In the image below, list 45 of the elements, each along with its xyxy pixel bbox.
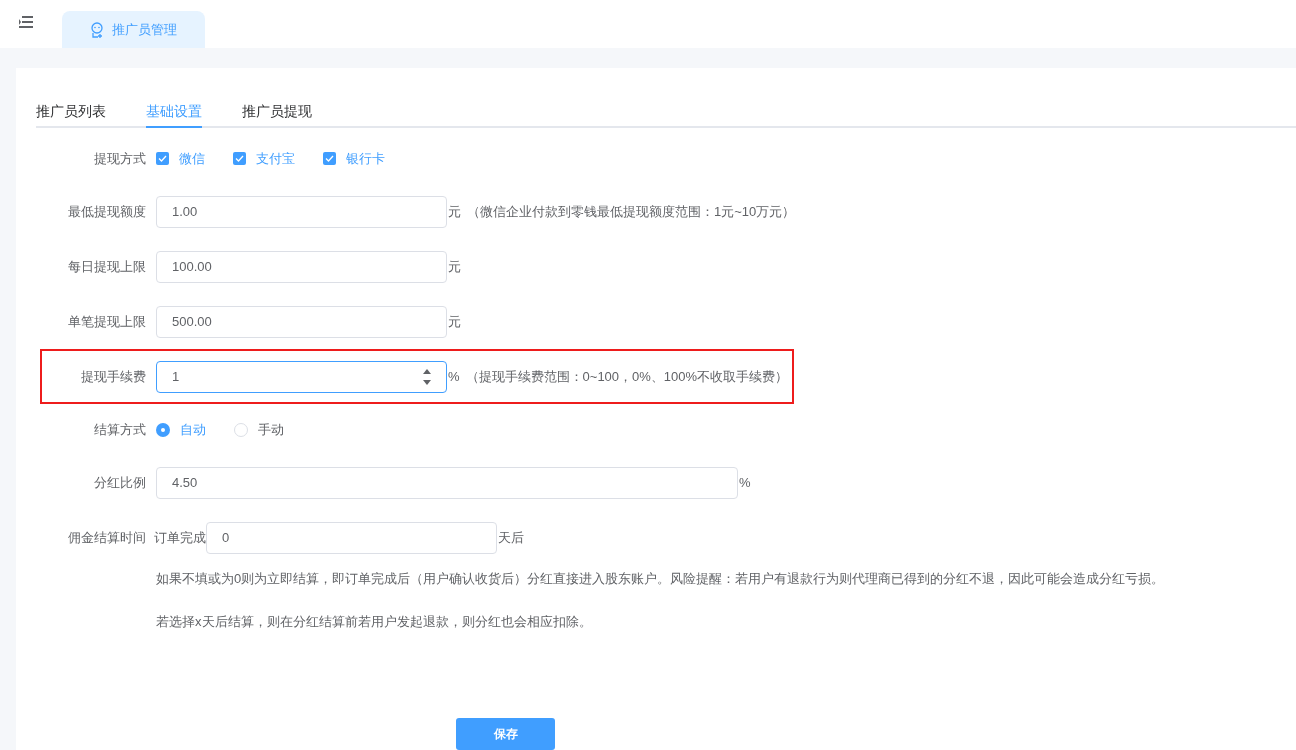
note-text: 若选择x天后结算，则在分红结算前若用户发起退款，则分红也会相应扣除。 bbox=[156, 612, 593, 631]
input-value: 1.00 bbox=[172, 202, 199, 221]
note-text: 如果不填或为0则为立即结算，即订单完成后（用户确认收货后）分红直接进入股东账户。风险提醒：若用户有退款行为则代理商已得到的分红不退，因此可能会造成分红亏损。 bbox=[156, 570, 1166, 588]
field-label: 佣金结算时间 bbox=[67, 528, 146, 547]
field-label: 提现手续费 bbox=[80, 367, 146, 386]
text-input[interactable]: 0 bbox=[206, 521, 497, 554]
checkbox[interactable] bbox=[323, 152, 336, 165]
tab[interactable]: 推广员提现 bbox=[242, 96, 312, 128]
field-prefix: 订单完成 bbox=[154, 528, 206, 547]
unit-label: 元 bbox=[448, 312, 461, 331]
text-input[interactable]: 500.00 bbox=[156, 305, 447, 338]
radio-button[interactable] bbox=[156, 422, 170, 437]
unit-label: 天后 bbox=[498, 528, 524, 547]
radio-button[interactable] bbox=[234, 422, 248, 437]
checkbox[interactable] bbox=[233, 152, 246, 165]
input-value: 1 bbox=[172, 367, 181, 386]
checkbox[interactable] bbox=[156, 152, 169, 165]
field-label: 结算方式 bbox=[93, 420, 146, 439]
field-label: 最低提现额度 bbox=[67, 202, 146, 221]
text-input[interactable]: 100.00 bbox=[156, 250, 447, 283]
text-input[interactable]: 1.00 bbox=[156, 195, 447, 228]
input-value: 500.00 bbox=[172, 312, 213, 331]
menu-icon[interactable] bbox=[18, 16, 34, 28]
unit-label: 元 bbox=[448, 257, 461, 276]
checkbox-label: 银行卡 bbox=[346, 149, 385, 168]
radio-label: 自动 bbox=[180, 420, 206, 439]
hint-text: （提现手续费范围：0~100，0%、100%不收取手续费） bbox=[465, 367, 789, 386]
unit-label: % bbox=[739, 473, 751, 492]
text-input[interactable]: 4.50 bbox=[156, 466, 738, 499]
user-icon bbox=[90, 21, 104, 38]
tab[interactable]: 推广员列表 bbox=[36, 96, 106, 128]
text-input[interactable]: 1 bbox=[156, 360, 447, 393]
checkbox-label: 支付宝 bbox=[256, 149, 295, 168]
unit-label: 元 bbox=[448, 202, 461, 221]
field-label: 每日提现上限 bbox=[67, 257, 146, 276]
radio-label: 手动 bbox=[258, 420, 284, 439]
checkbox-label: 微信 bbox=[179, 149, 205, 168]
field-label: 单笔提现上限 bbox=[67, 312, 146, 331]
input-value: 0 bbox=[222, 528, 231, 547]
hint-text: （微信企业付款到零钱最低提现额度范围：1元~10万元） bbox=[467, 202, 796, 221]
field-label: 分红比例 bbox=[93, 473, 146, 492]
unit-label: % bbox=[448, 367, 460, 386]
input-value: 100.00 bbox=[172, 257, 213, 276]
field-label: 提现方式 bbox=[93, 149, 146, 168]
input-value: 4.50 bbox=[172, 473, 199, 492]
